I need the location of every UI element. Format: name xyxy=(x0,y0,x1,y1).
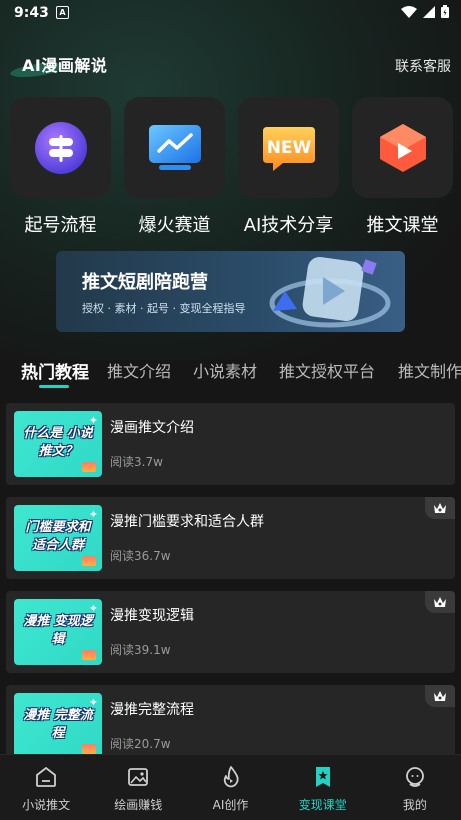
brand-title: AI漫画解说 xyxy=(22,56,108,75)
nav-label: 我的 xyxy=(402,798,427,812)
home-icon xyxy=(36,766,56,787)
signpost-icon xyxy=(34,121,87,174)
course-thumbnail: ✦ 漫推 变现逻辑 xyxy=(14,599,102,665)
vip-badge xyxy=(425,591,455,613)
image-icon xyxy=(128,768,149,786)
notification-icon: A xyxy=(56,6,69,19)
battery-icon xyxy=(441,5,449,18)
thumbnail-text: 门槛要求和 适合人群 xyxy=(25,520,91,553)
nav-ai-create[interactable]: AI创作 xyxy=(184,755,276,820)
active-tab-indicator xyxy=(39,385,69,388)
vip-badge xyxy=(425,685,455,707)
course-thumbnail: ✦ 门槛要求和 适合人群 xyxy=(14,505,102,571)
banner-title: 推文短剧陪跑营 xyxy=(82,272,208,293)
tab-hot-tutorials[interactable]: 热门教程 xyxy=(21,358,89,383)
crown-icon xyxy=(434,691,446,701)
category-tabs: 热门教程 推文介绍 小说素材 推文授权平台 推文制作 xyxy=(0,358,461,388)
thumbnail-text: 漫推 变现逻辑 xyxy=(23,614,93,647)
app-header: AI漫画解说 联系客服 xyxy=(0,50,461,80)
course-reads: 阅读36.7w xyxy=(110,549,171,563)
course-reads: 阅读3.7w xyxy=(110,455,163,469)
contact-service-button[interactable]: 联系客服 xyxy=(395,56,451,76)
quick-item-box xyxy=(352,97,453,198)
quick-item-box xyxy=(124,97,225,198)
book-icon xyxy=(82,462,96,472)
quick-entries: 起号流程 爆火赛道 NEW AI技术分享 推文课堂 xyxy=(10,97,453,237)
quick-item-box xyxy=(10,97,111,198)
promo-banner[interactable]: 推文短剧陪跑营 授权 · 素材 · 起号 · 变现全程指导 xyxy=(56,251,405,332)
crown-icon xyxy=(434,503,446,513)
nav-label: 小说推文 xyxy=(22,798,71,812)
book-icon xyxy=(82,650,96,660)
quick-item-label: AI技术分享 xyxy=(243,215,334,236)
nav-label: AI创作 xyxy=(212,798,249,812)
svg-text:NEW: NEW xyxy=(266,138,311,158)
list-item[interactable]: ✦ 什么是 小说推文？ 漫画推文介绍 阅读3.7w xyxy=(6,403,455,485)
course-title: 漫推变现逻辑 xyxy=(110,608,194,624)
course-title: 漫画推文介绍 xyxy=(110,420,194,436)
quick-item-hot-track[interactable]: 爆火赛道 xyxy=(124,97,225,237)
system-icons xyxy=(401,5,449,18)
course-title: 漫推门槛要求和适合人群 xyxy=(110,514,264,530)
status-bar: 9:43 A xyxy=(0,0,461,26)
banner-play-illustration xyxy=(269,256,391,328)
nav-label: 绘画赚钱 xyxy=(114,798,163,812)
tab-novel-materials[interactable]: 小说素材 xyxy=(193,358,257,382)
quick-item-label: 起号流程 xyxy=(24,215,97,236)
bookmark-star-icon xyxy=(315,767,330,787)
quick-item-label: 推文课堂 xyxy=(366,215,439,236)
quick-item-signup-process[interactable]: 起号流程 xyxy=(10,97,111,237)
course-thumbnail: ✦ 漫推 完整流程 xyxy=(14,693,102,759)
quick-item-box: NEW xyxy=(238,97,339,198)
nav-label: 变现课堂 xyxy=(298,798,347,812)
nav-mine[interactable]: 我的 xyxy=(369,755,461,820)
tab-authorization-platform[interactable]: 推文授权平台 xyxy=(279,358,375,382)
crown-icon xyxy=(434,597,446,607)
book-icon xyxy=(82,744,96,754)
tab-production[interactable]: 推文制作 xyxy=(398,358,461,382)
book-icon xyxy=(82,556,96,566)
quick-item-ai-tech[interactable]: NEW AI技术分享 xyxy=(238,97,339,237)
tab-intro[interactable]: 推文介绍 xyxy=(107,358,171,382)
profile-icon xyxy=(406,767,424,787)
new-badge-icon: NEW xyxy=(262,126,315,171)
list-item[interactable]: ✦ 门槛要求和 适合人群 漫推门槛要求和适合人群 阅读36.7w xyxy=(6,497,455,579)
bottom-navigation: 小说推文 绘画赚钱 AI创作 变现课堂 我的 xyxy=(0,754,461,820)
course-reads: 阅读20.7w xyxy=(110,737,171,751)
play-cube-icon xyxy=(379,123,426,172)
thumbnail-text: 什么是 小说推文？ xyxy=(23,426,93,459)
course-thumbnail: ✦ 什么是 小说推文？ xyxy=(14,411,102,477)
vip-badge xyxy=(425,497,455,519)
quick-item-label: 爆火赛道 xyxy=(138,215,211,236)
nav-novel-tweets[interactable]: 小说推文 xyxy=(0,755,92,820)
nav-monetize-class[interactable]: 变现课堂 xyxy=(277,755,369,820)
banner-subtitle: 授权 · 素材 · 起号 · 变现全程指导 xyxy=(82,302,246,315)
thumbnail-text: 漫推 完整流程 xyxy=(23,708,93,741)
wifi-icon xyxy=(401,5,417,18)
signal-icon xyxy=(423,5,435,18)
course-title: 漫推完整流程 xyxy=(110,702,194,718)
quick-item-classroom[interactable]: 推文课堂 xyxy=(352,97,453,237)
status-time: 9:43 xyxy=(14,5,49,21)
flame-icon xyxy=(223,766,239,788)
course-reads: 阅读39.1w xyxy=(110,643,171,657)
nav-drawing-money[interactable]: 绘画赚钱 xyxy=(92,755,184,820)
trend-monitor-icon xyxy=(148,124,201,170)
list-item[interactable]: ✦ 漫推 变现逻辑 漫推变现逻辑 阅读39.1w xyxy=(6,591,455,673)
